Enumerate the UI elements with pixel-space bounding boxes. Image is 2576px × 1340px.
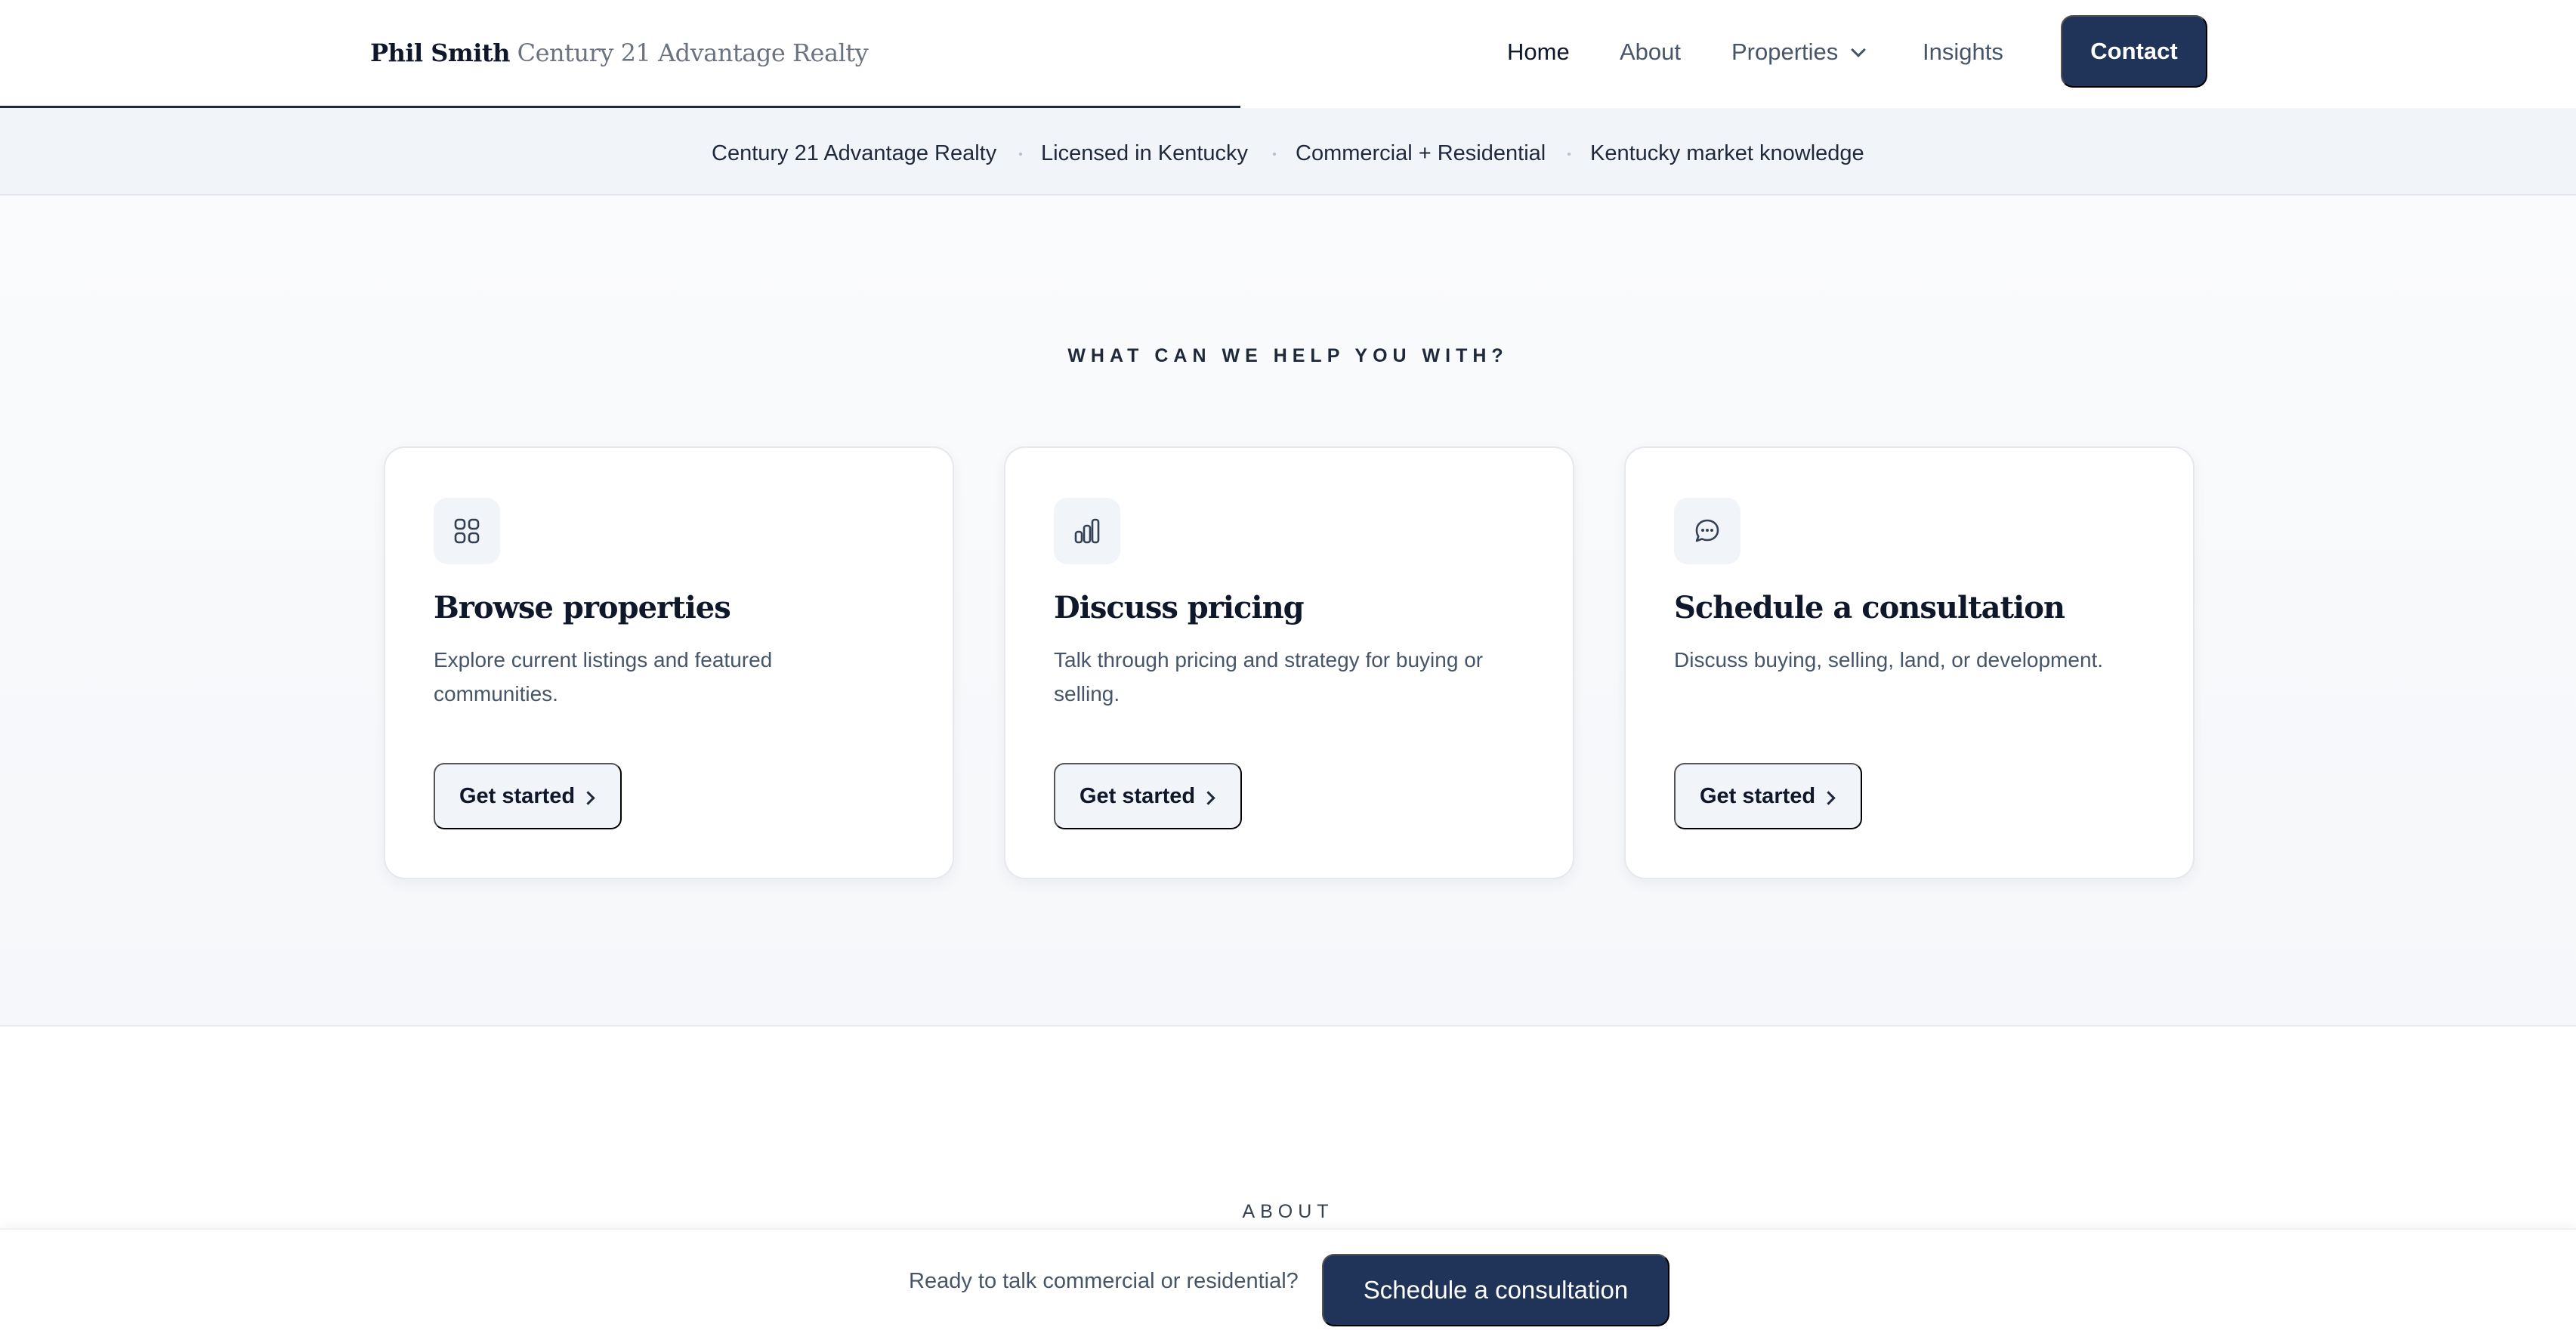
grid-icon	[434, 498, 500, 564]
separator-dot	[1273, 153, 1276, 156]
card-schedule-consultation: Schedule a consultation Discuss buying, …	[1624, 446, 2195, 879]
about-eyebrow: ABOUT	[1242, 1201, 1334, 1222]
chat-bubble-icon	[1674, 498, 1740, 564]
trust-item: Century 21 Advantage Realty	[712, 141, 997, 165]
brand-company-century: Century	[517, 39, 614, 67]
get-started-button[interactable]: Get started	[1674, 763, 1863, 829]
schedule-consultation-button[interactable]: Schedule a consultation	[1322, 1254, 1669, 1326]
trust-item: Commercial + Residential	[1296, 141, 1546, 165]
sticky-cta-bar: Ready to talk commercial or residential?…	[0, 1228, 2576, 1340]
card-browse-properties: Browse properties Explore current listin…	[384, 446, 954, 879]
help-eyebrow: WHAT CAN WE HELP YOU WITH?	[1067, 345, 1509, 366]
get-started-button[interactable]: Get started	[434, 763, 622, 829]
card-description: Discuss buying, selling, land, or develo…	[1674, 648, 2104, 672]
get-started-label: Get started	[1080, 783, 1196, 808]
brand-company-21: 21	[620, 39, 651, 67]
nav-about[interactable]: About	[1620, 36, 1681, 68]
site-header: Phil Smith Century 21 Advantage Realty H…	[0, 0, 2576, 108]
trust-item: Licensed in Kentucky	[1041, 141, 1249, 165]
card-title: Schedule a consultation	[1674, 590, 2065, 625]
card-discuss-pricing: Discuss pricing Talk through pricing and…	[1004, 446, 1574, 879]
chevron-right-icon	[1201, 791, 1215, 805]
card-title: Browse properties	[434, 590, 731, 625]
nav-properties[interactable]: Properties	[1731, 36, 1867, 68]
card-description: Explore current listings and featured co…	[434, 648, 773, 706]
cta-text: Ready to talk commercial or residential?	[909, 1269, 1299, 1293]
card-title: Discuss pricing	[1054, 590, 1305, 625]
brand-name: Phil Smith	[370, 39, 510, 67]
separator-dot	[1568, 153, 1571, 156]
nav-properties-label: Properties	[1731, 39, 1839, 65]
nav-insights[interactable]: Insights	[1923, 36, 2003, 68]
get-started-button[interactable]: Get started	[1054, 763, 1243, 829]
card-description: Talk through pricing and strategy for bu…	[1054, 648, 1484, 706]
nav-home[interactable]: Home	[1507, 36, 1570, 68]
brand-company-rest: Advantage Realty	[658, 39, 869, 67]
chevron-right-icon	[1821, 791, 1836, 805]
bar-chart-icon	[1054, 498, 1120, 564]
chevron-down-icon	[1851, 42, 1867, 57]
trust-strip: Century 21 Advantage Realty Licensed in …	[0, 108, 2576, 196]
chevron-right-icon	[581, 791, 595, 805]
brand-logo[interactable]: Phil Smith Century 21 Advantage Realty	[370, 33, 869, 73]
get-started-label: Get started	[1700, 783, 1816, 808]
contact-button[interactable]: Contact	[2061, 15, 2207, 88]
separator-dot	[1019, 153, 1022, 156]
get-started-label: Get started	[459, 783, 576, 808]
trust-item: Kentucky market knowledge	[1590, 141, 1864, 165]
